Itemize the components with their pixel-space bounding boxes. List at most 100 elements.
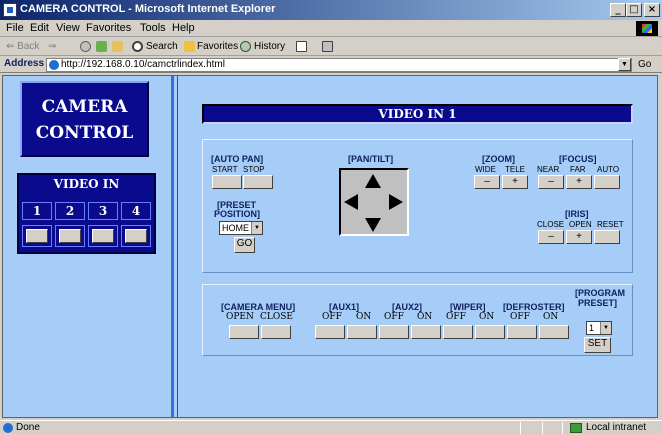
home-icon[interactable] bbox=[112, 41, 123, 52]
defroster-off-button[interactable] bbox=[507, 325, 537, 339]
focus-auto-button[interactable] bbox=[594, 175, 620, 189]
menu-help[interactable]: Help bbox=[172, 22, 195, 34]
tilt-up-arrow-icon[interactable] bbox=[365, 174, 381, 188]
address-input[interactable]: http://192.168.0.10/camctrlindex.html bbox=[46, 58, 632, 72]
video-in-cell-1 bbox=[22, 225, 52, 247]
auto-pan-label: [AUTO PAN] bbox=[211, 154, 264, 164]
close-button[interactable]: × bbox=[644, 3, 660, 17]
camera-menu-open-button[interactable] bbox=[229, 325, 259, 339]
iris-reset-button[interactable] bbox=[594, 230, 620, 244]
go-button[interactable]: Go bbox=[638, 59, 651, 70]
defroster-on-label: ON bbox=[543, 312, 559, 322]
aux2-on-button[interactable] bbox=[411, 325, 441, 339]
menu-file[interactable]: File bbox=[6, 22, 24, 34]
focus-far-button[interactable]: + bbox=[566, 175, 592, 189]
focus-near-button[interactable]: – bbox=[538, 175, 564, 189]
zoom-tele-label: TELE bbox=[505, 165, 526, 174]
program-preset-select[interactable]: 1 ▼ bbox=[586, 321, 612, 335]
wiper-label: [WIPER] bbox=[450, 302, 486, 312]
video-in-cell-4 bbox=[121, 225, 151, 247]
address-dropdown-icon[interactable]: ▼ bbox=[618, 58, 631, 71]
back-button[interactable]: ⇐ Back bbox=[6, 41, 39, 52]
iris-reset-label: RESET bbox=[597, 220, 624, 229]
camera-menu-label: [CAMERA MENU] bbox=[221, 302, 296, 312]
status-bar: Done Local intranet bbox=[0, 420, 662, 434]
pan-right-arrow-icon[interactable] bbox=[389, 194, 403, 210]
wiper-on-label: ON bbox=[479, 312, 495, 322]
defroster-on-button[interactable] bbox=[539, 325, 569, 339]
iris-close-label: CLOSE bbox=[537, 220, 565, 229]
right-frame: VIDEO IN 1 [AUTO PAN] START STOP [PRESET… bbox=[177, 76, 657, 417]
preset-go-button[interactable]: GO bbox=[234, 237, 255, 253]
zoom-tele-button[interactable]: + bbox=[502, 175, 528, 189]
camera-menu-close-label: CLOSE bbox=[260, 312, 293, 322]
preset-select[interactable]: HOME ▼ bbox=[219, 221, 263, 235]
video-in-number-2: 2 bbox=[55, 202, 85, 220]
menu-favorites[interactable]: Favorites bbox=[86, 22, 131, 34]
menu-edit[interactable]: Edit bbox=[30, 22, 49, 34]
intranet-zone-icon bbox=[570, 423, 582, 433]
camera-menu-open-label: OPEN bbox=[226, 312, 254, 322]
ie-page-icon bbox=[3, 423, 13, 433]
aux1-off-button[interactable] bbox=[315, 325, 345, 339]
ptz-control-panel: [AUTO PAN] START STOP [PRESET POSITION] … bbox=[202, 139, 633, 273]
chevron-down-icon: ▼ bbox=[600, 322, 611, 334]
status-divider bbox=[542, 422, 543, 434]
forward-button[interactable]: ⇒ bbox=[48, 41, 56, 52]
video-in-title: VIDEO IN bbox=[53, 177, 120, 191]
zoom-wide-label: WIDE bbox=[475, 165, 496, 174]
iris-open-button[interactable]: + bbox=[566, 230, 592, 244]
maximize-button[interactable]: □ bbox=[626, 3, 642, 17]
status-divider bbox=[562, 422, 563, 434]
preset-selected-value: HOME bbox=[222, 223, 249, 233]
mail-icon[interactable] bbox=[296, 41, 307, 52]
menu-view[interactable]: View bbox=[56, 22, 80, 34]
video-in-heading: VIDEO IN 1 bbox=[202, 104, 633, 124]
search-button[interactable]: Search bbox=[146, 41, 178, 52]
aux1-label: [AUX1] bbox=[329, 302, 360, 312]
aux2-label: [AUX2] bbox=[392, 302, 423, 312]
video-in-number-4: 4 bbox=[121, 202, 151, 220]
aux2-off-button[interactable] bbox=[379, 325, 409, 339]
pan-tilt-pad bbox=[339, 168, 409, 236]
video-in-3-button[interactable] bbox=[92, 229, 114, 243]
logo-line-1: CAMERA bbox=[41, 97, 128, 117]
search-icon bbox=[132, 41, 143, 52]
video-in-1-button[interactable] bbox=[26, 229, 48, 243]
pan-tilt-label: [PAN/TILT] bbox=[348, 154, 394, 164]
iris-label: [IRIS] bbox=[565, 209, 589, 219]
video-in-2-button[interactable] bbox=[59, 229, 81, 243]
camera-menu-close-button[interactable] bbox=[261, 325, 291, 339]
minimize-button[interactable]: _ bbox=[610, 3, 626, 17]
address-label: Address bbox=[4, 58, 45, 69]
auto-pan-start-button[interactable] bbox=[212, 175, 242, 189]
wiper-off-label: OFF bbox=[446, 312, 466, 322]
menu-bar: File Edit View Favorites Tools Help bbox=[0, 20, 662, 37]
wiper-on-button[interactable] bbox=[475, 325, 505, 339]
window-title-bar: CAMERA CONTROL - Microsoft Internet Expl… bbox=[0, 0, 662, 20]
pan-left-arrow-icon[interactable] bbox=[344, 194, 358, 210]
favorites-button[interactable]: Favorites bbox=[197, 41, 238, 52]
defroster-off-label: OFF bbox=[510, 312, 530, 322]
print-icon[interactable] bbox=[322, 41, 333, 52]
tilt-down-arrow-icon[interactable] bbox=[365, 218, 381, 232]
refresh-icon[interactable] bbox=[96, 41, 107, 52]
iris-open-label: OPEN bbox=[569, 220, 592, 229]
video-in-number-3: 3 bbox=[88, 202, 118, 220]
menu-tools[interactable]: Tools bbox=[140, 22, 166, 34]
video-in-4-button[interactable] bbox=[125, 229, 147, 243]
history-button[interactable]: History bbox=[254, 41, 285, 52]
camera-control-logo: CAMERA CONTROL bbox=[20, 81, 149, 157]
zoom-wide-button[interactable]: – bbox=[474, 175, 500, 189]
stop-icon[interactable] bbox=[80, 41, 91, 52]
aux1-on-button[interactable] bbox=[347, 325, 377, 339]
aux2-off-label: OFF bbox=[384, 312, 404, 322]
address-bar: Address http://192.168.0.10/camctrlindex… bbox=[0, 57, 662, 73]
auto-pan-stop-label: STOP bbox=[243, 165, 265, 174]
iris-close-button[interactable]: – bbox=[538, 230, 564, 244]
window-title: CAMERA CONTROL - Microsoft Internet Expl… bbox=[20, 3, 276, 15]
aux2-on-label: ON bbox=[417, 312, 433, 322]
wiper-off-button[interactable] bbox=[443, 325, 473, 339]
program-preset-set-button[interactable]: SET bbox=[584, 337, 611, 353]
auto-pan-stop-button[interactable] bbox=[243, 175, 273, 189]
